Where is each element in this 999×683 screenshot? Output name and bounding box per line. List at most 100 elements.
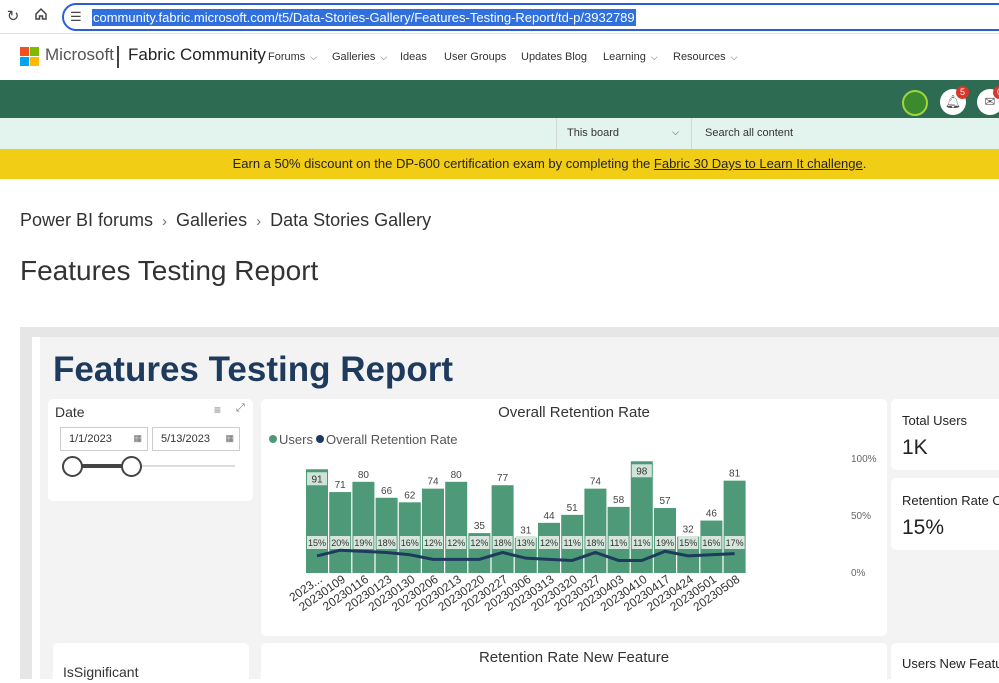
rate-value-label: 18% [378,538,396,548]
start-date-field[interactable]: 1/1/2023 ▦ [60,427,148,451]
site-name[interactable]: Fabric Community [128,45,266,65]
rate-value-label: 12% [424,538,442,548]
rate-value-label: 20% [331,538,349,548]
kpi-value: 15% [902,516,945,539]
address-bar[interactable]: ☰ community.fabric.microsoft.com/t5/Data… [62,3,999,31]
search-input[interactable]: Search all content [705,127,793,139]
rate-value-label: 18% [494,538,512,548]
rate-value-label: 11% [610,538,627,548]
rate-value-label: 11% [633,538,650,548]
bar-users [491,485,514,573]
bar-value-label: 77 [497,473,509,484]
new-feature-chart-card: Retention Rate New Feature [261,643,887,683]
bar-users [352,481,375,573]
bar-value-label: 46 [706,509,718,520]
nav-forums[interactable]: Forums ⌵ [268,51,317,63]
rate-value-label: 15% [308,538,326,548]
microsoft-logo-icon[interactable] [20,47,40,67]
bar-value-label: 91 [311,474,323,485]
microsoft-wordmark[interactable]: Microsoft [45,45,114,65]
rate-value-label: 19% [354,538,372,548]
chevron-down-icon: ⌵ [310,52,318,62]
legend-label-users: Users [279,432,313,447]
legend-marker-retention [316,435,324,443]
chevron-right-icon: › [162,213,168,230]
nav-learning[interactable]: Learning ⌵ [603,51,658,63]
chevron-down-icon: ⌵ [380,52,388,62]
promo-text: Earn a 50% discount on the DP-600 certif… [232,156,654,171]
rate-value-label: 18% [586,538,604,548]
filter-icon[interactable]: ≡ [214,403,221,417]
nav-user-groups[interactable]: User Groups [444,51,506,63]
bar-value-label: 98 [636,466,648,477]
nav-galleries[interactable]: Galleries ⌵ [332,51,387,63]
retention-chart: Overall Retention Rate Users Overall Reten… [269,404,877,614]
bar-users [329,492,352,573]
chart-title: Retention Rate New Feature [478,649,670,666]
breadcrumb-item[interactable]: Power BI forums [20,210,153,230]
kpi-value: 1K [902,436,928,459]
slider-handle-end[interactable] [121,456,142,477]
calendar-icon[interactable]: ▦ [225,433,234,444]
end-date-field[interactable]: 5/13/2023 ▦ [152,427,240,451]
bar-value-label: 32 [683,525,695,536]
search-bar [0,118,999,149]
header-divider [117,46,119,68]
bar-value-label: 35 [474,521,486,532]
kpi-card-retention: Retention Rate O 15% [891,478,999,550]
retention-chart-card: Overall Retention Rate Users Overall Reten… [261,399,887,636]
home-icon[interactable] [31,7,51,27]
expand-icon[interactable]: ⤢ [236,402,245,415]
bar-value-label: 74 [427,477,439,488]
calendar-icon[interactable]: ▦ [133,433,142,444]
browser-toolbar: ↻ ☰ community.fabric.microsoft.com/t5/Da… [0,0,999,34]
breadcrumb-item[interactable]: Data Stories Gallery [270,210,431,230]
rate-value-label: 16% [401,538,419,548]
rate-value-label: 11% [564,538,581,548]
user-bar [0,80,999,118]
kpi-card-total-users: Total Users 1K [891,399,999,470]
chevron-down-icon: ⌵ [672,127,679,137]
bar-value-label: 44 [543,511,555,522]
chart-title: Overall Retention Rate [498,404,650,421]
rate-value-label: 13% [517,538,535,548]
chevron-down-icon: ⌵ [730,52,738,62]
kpi-label: Users New Featu [902,656,999,671]
reload-icon[interactable]: ↻ [3,7,23,27]
avatar[interactable] [902,90,928,116]
slicer-label: IsSignificant [63,664,139,680]
breadcrumb-item[interactable]: Galleries [176,210,247,230]
promo-link[interactable]: Fabric 30 Days to Learn It challenge [654,156,863,171]
promo-text-end: . [862,156,867,171]
bar-value-label: 57 [659,496,671,507]
bar-value-label: 81 [729,469,741,480]
rate-value-label: 15% [679,538,697,548]
y-axis-tick-label: 0% [851,568,866,579]
bar-value-label: 58 [613,495,625,506]
chevron-right-icon: › [256,213,262,230]
kpi-label: Total Users [902,413,968,428]
bar-users [584,488,607,573]
breadcrumb: Power BI forums › Galleries › Data Stories G… [20,210,431,231]
legend-marker-users [269,435,277,443]
tune-icon[interactable]: ☰ [70,9,82,25]
rate-value-label: 12% [540,538,558,548]
slider-handle-start[interactable] [62,456,83,477]
chevron-down-icon: ⌵ [650,52,658,62]
url-text[interactable]: community.fabric.microsoft.com/t5/Data-S… [92,9,636,26]
promo-banner: Earn a 50% discount on the DP-600 certif… [0,149,999,179]
message-badge: 0 [993,86,999,99]
bar-value-label: 66 [381,486,393,497]
bar-value-label: 51 [567,503,579,514]
nav-resources[interactable]: Resources ⌵ [673,51,737,63]
report-title: Features Testing Report [53,350,453,389]
y-axis-tick-label: 100% [851,454,877,465]
page-title: Features Testing Report [20,255,319,286]
significance-slicer: IsSignificant [53,643,249,683]
nav-updates-blog[interactable]: Updates Blog [521,51,587,63]
bar-users [375,497,398,573]
rate-value-label: 16% [702,538,720,548]
search-scope-select[interactable]: This board ⌵ [556,118,692,149]
nav-ideas[interactable]: Ideas [400,51,427,63]
kpi-label: Retention Rate O [902,493,999,508]
